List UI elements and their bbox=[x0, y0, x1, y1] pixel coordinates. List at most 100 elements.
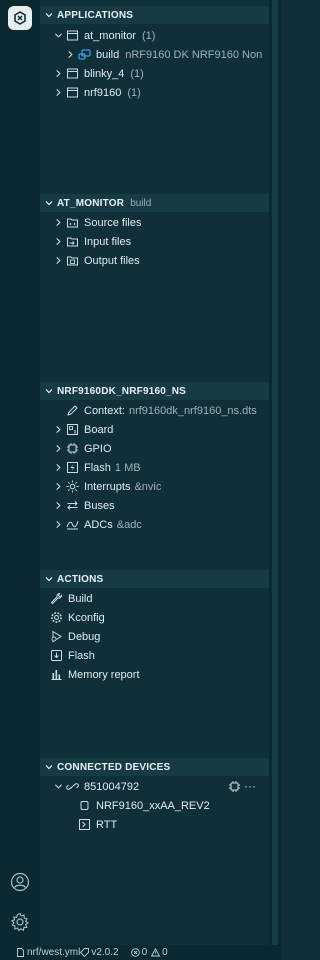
chevron-right-icon bbox=[52, 520, 64, 529]
device-link-icon bbox=[66, 780, 79, 793]
action-label: Kconfig bbox=[68, 611, 105, 624]
interrupts-sun-icon bbox=[66, 480, 79, 493]
action-debug[interactable]: Debug bbox=[40, 627, 269, 646]
tree-item-context[interactable]: Context: nrf9160dk_nrf9160_ns.dts bbox=[40, 401, 269, 420]
status-version-label: v2.0.2 bbox=[91, 947, 119, 958]
devicetree-header[interactable]: NRF9160DK_NRF9160_NS bbox=[40, 382, 269, 400]
connected-devices-panel: CONNECTED DEVICES 851004792 ··· NRF9160_… bbox=[40, 758, 269, 834]
tree-item-gpio[interactable]: GPIO bbox=[40, 439, 269, 458]
status-manifest-label: nrf/west.yml bbox=[27, 947, 81, 958]
status-problems[interactable]: 0 0 bbox=[130, 947, 168, 958]
devicetree-panel: NRF9160DK_NRF9160_NS Context: nrf9160dk_… bbox=[40, 382, 269, 534]
build-configuration-icon bbox=[78, 48, 91, 61]
chevron-right-icon bbox=[52, 256, 64, 265]
build-wrench-icon bbox=[50, 592, 63, 605]
tree-item-at-monitor[interactable]: at_monitor (1) bbox=[40, 26, 269, 45]
actions-panel: ACTIONS Build Kconfig Debug Flash Memory… bbox=[40, 570, 269, 684]
scrollbar[interactable] bbox=[269, 0, 281, 945]
application-window-icon bbox=[66, 29, 79, 42]
tree-item-adcs[interactable]: ADCs &adc bbox=[40, 515, 269, 534]
chevron-down-icon bbox=[52, 31, 64, 40]
nrf-connect-sidebar: APPLICATIONS at_monitor (1) build nRF916… bbox=[0, 0, 281, 960]
status-errors-count: 0 bbox=[141, 947, 148, 958]
tree-item-label: ADCs bbox=[84, 518, 113, 531]
status-version[interactable]: v2.0.2 bbox=[80, 947, 119, 958]
tree-item-output-files[interactable]: Output files bbox=[40, 251, 269, 270]
application-window-icon bbox=[66, 67, 79, 80]
tree-item-input-files[interactable]: Input files bbox=[40, 232, 269, 251]
chevron-right-icon bbox=[52, 425, 64, 434]
chip-icon bbox=[78, 799, 91, 812]
adc-wave-icon bbox=[66, 518, 79, 531]
connected-devices-header[interactable]: CONNECTED DEVICES bbox=[40, 758, 269, 776]
tree-item-flash[interactable]: Flash 1 MB bbox=[40, 458, 269, 477]
tree-item-board[interactable]: Board bbox=[40, 420, 269, 439]
actions-header[interactable]: ACTIONS bbox=[40, 570, 269, 588]
action-label: Build bbox=[68, 592, 93, 605]
chevron-right-icon bbox=[52, 501, 64, 510]
action-memory-report[interactable]: Memory report bbox=[40, 665, 269, 684]
status-manifest[interactable]: nrf/west.yml bbox=[16, 947, 80, 958]
chevron-down-icon bbox=[44, 198, 54, 208]
tree-item-nrf9160[interactable]: nrf9160 (1) bbox=[40, 83, 269, 102]
tree-item-detail: 1 MB bbox=[114, 461, 141, 474]
tree-item-detail: &nvic bbox=[134, 480, 162, 493]
details-header[interactable]: AT_MONITOR build bbox=[40, 194, 269, 212]
chevron-right-icon bbox=[52, 218, 64, 227]
actions-header-label: ACTIONS bbox=[57, 573, 104, 585]
applications-panel: APPLICATIONS at_monitor (1) build nRF916… bbox=[40, 6, 269, 102]
chevron-down-icon bbox=[44, 574, 54, 584]
input-files-icon bbox=[66, 235, 79, 248]
debug-play-icon bbox=[50, 630, 63, 643]
tree-item-label: Flash bbox=[84, 461, 111, 474]
application-window-icon bbox=[66, 86, 79, 99]
error-icon bbox=[130, 948, 140, 957]
device-child-label: NRF9160_xxAA_REV2 bbox=[96, 799, 210, 812]
side-panel: APPLICATIONS at_monitor (1) build nRF916… bbox=[40, 0, 269, 945]
tree-item-label: at_monitor bbox=[84, 29, 136, 42]
accounts-icon[interactable] bbox=[10, 872, 30, 892]
tree-item-interrupts[interactable]: Interrupts &nvic bbox=[40, 477, 269, 496]
flash-lightning-icon bbox=[66, 461, 79, 474]
chevron-right-icon bbox=[52, 482, 64, 491]
tree-item-label: Context: bbox=[84, 404, 125, 417]
tree-item-label: GPIO bbox=[84, 442, 112, 455]
terminal-icon bbox=[78, 818, 91, 831]
tree-item-label: build bbox=[96, 48, 120, 61]
chevron-right-icon bbox=[64, 50, 76, 59]
chevron-down-icon bbox=[52, 782, 64, 791]
tree-item-count: (1) bbox=[130, 67, 144, 80]
action-flash[interactable]: Flash bbox=[40, 646, 269, 665]
board-icon bbox=[66, 423, 79, 436]
memory-report-chart-icon bbox=[50, 668, 63, 681]
chevron-right-icon bbox=[52, 444, 64, 453]
action-label: Debug bbox=[68, 630, 101, 643]
device-item[interactable]: 851004792 ··· bbox=[40, 777, 269, 796]
action-build[interactable]: Build bbox=[40, 589, 269, 608]
buses-arrows-icon bbox=[66, 499, 79, 512]
details-header-label: AT_MONITOR bbox=[57, 197, 125, 209]
tree-item-buses[interactable]: Buses bbox=[40, 496, 269, 515]
status-warnings-count: 0 bbox=[162, 947, 168, 958]
output-files-icon bbox=[66, 254, 79, 267]
tree-item-label: Interrupts bbox=[84, 480, 131, 493]
warning-icon bbox=[151, 948, 161, 957]
details-header-sub: build bbox=[130, 197, 152, 209]
device-child-rtt[interactable]: RTT bbox=[40, 815, 269, 834]
tree-item-detail: nRF9160 DK NRF9160 Non bbox=[125, 48, 263, 61]
tree-item-count: (1) bbox=[141, 29, 156, 42]
settings-gear-icon[interactable] bbox=[10, 912, 30, 932]
chevron-right-icon bbox=[52, 463, 64, 472]
scrollbar-thumb[interactable] bbox=[272, 0, 278, 945]
chevron-down-icon bbox=[44, 762, 54, 772]
action-kconfig[interactable]: Kconfig bbox=[40, 608, 269, 627]
tree-item-source-files[interactable]: Source files bbox=[40, 213, 269, 232]
nrf-connect-logo-icon[interactable] bbox=[8, 6, 32, 30]
device-child-nrf9160[interactable]: NRF9160_xxAA_REV2 bbox=[40, 796, 269, 815]
more-actions-icon[interactable]: ··· bbox=[244, 779, 256, 793]
tree-item-blinky-4[interactable]: blinky_4 (1) bbox=[40, 64, 269, 83]
tree-item-build[interactable]: build nRF9160 DK NRF9160 Non bbox=[40, 45, 269, 64]
kconfig-gear-icon bbox=[50, 611, 63, 624]
applications-header[interactable]: APPLICATIONS bbox=[40, 6, 269, 24]
device-chip-icon[interactable] bbox=[228, 780, 241, 793]
